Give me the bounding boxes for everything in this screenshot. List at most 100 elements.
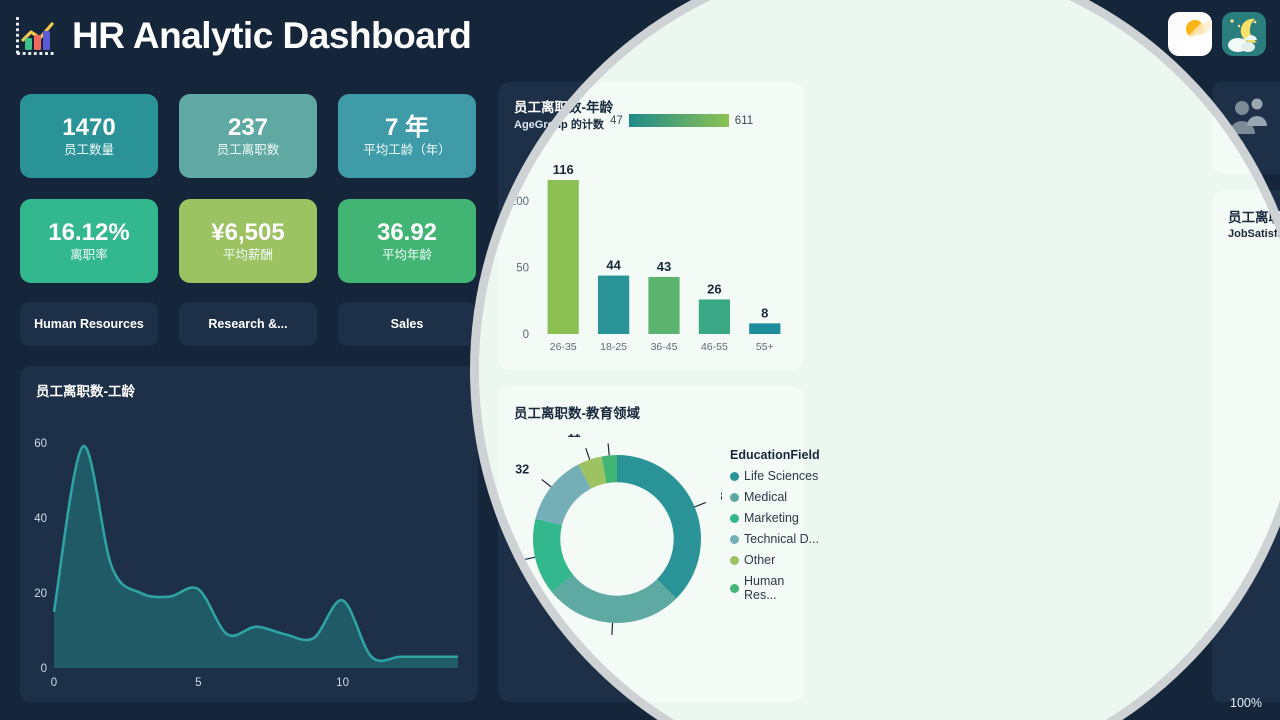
svg-text:10: 10 [336, 677, 349, 689]
svg-text:0: 0 [41, 663, 47, 675]
svg-text:43: 43 [657, 259, 671, 274]
bar-chart-logo-icon [14, 14, 58, 58]
jobrole-category-label: Sales Rep [1220, 396, 1280, 410]
kpi-label: 员工离职数 [216, 142, 280, 157]
department-filter-row: Human Resources Research &... Sales [20, 302, 478, 346]
kpi-card[interactable]: 7 年平均工龄（年） [338, 94, 476, 178]
jobrole-category-list: Laborator Sales Exec Research Sales Rep Huma… [1220, 264, 1280, 664]
age-bar-chart: 0 50 100 116 26-35 44 18-25 43 36-45 26 46-55 8 55+ [510, 162, 781, 353]
kpi-card[interactable]: ¥6,505 平均薪酬 [179, 199, 317, 283]
kpi-card[interactable]: 1470 员工数量 [20, 94, 158, 178]
legend-item[interactable]: Marketing [730, 511, 820, 525]
dashboard-header: HR Analytic Dashboard [14, 14, 472, 58]
jobrole-panel-subtitle: JobSatisfa [1228, 228, 1280, 240]
zoom-level-badge: 100% [1230, 696, 1262, 710]
light-dashboard-layer: HR Analytic Dashboard1470员工数量237员工离职数7 年… [479, 0, 1280, 720]
department-tab[interactable]: Human Resources [20, 302, 158, 346]
age-panel: 员工离职数-年龄 AgeGroup 的计数 47 611 0 50 100 116 26-35 4… [498, 82, 804, 370]
legend-label: Life Sciences [744, 469, 819, 483]
kpi-value: 7 年 [384, 113, 429, 141]
legend-color-dot [730, 534, 739, 544]
age-chart-area: 0 50 100 116 26-35 44 18-25 43 36-45 26 46-55 8 55+ [500, 138, 802, 364]
gradient-max-value: 611 [734, 114, 754, 127]
svg-text:36-45: 36-45 [651, 341, 678, 353]
jobrole-category-label: Sales Exec [1220, 308, 1280, 322]
dashboard-stage: HR Analytic Dashboard 1470 员工数量 237 员工离职数 7 年… [0, 0, 1280, 720]
tenure-panel-title: 员工离职数-工龄 [36, 384, 135, 399]
tenure-panel: 员工离职数-工龄 0 20 40 60 0 5 10 [20, 366, 478, 702]
education-legend: EducationField Life Sciences Medical Market… [730, 448, 820, 602]
legend-item[interactable]: Other [730, 553, 820, 567]
svg-text:44: 44 [606, 258, 621, 273]
svg-text:55+: 55+ [756, 341, 774, 353]
kpi-value: ¥6,505 [211, 218, 285, 246]
kpi-card-grid: 1470员工数量237员工离职数7 年平均工龄（年）16.12%离职率¥6,50… [20, 94, 478, 283]
education-donut-area: 89633532117 [494, 420, 735, 657]
svg-text:116: 116 [553, 162, 574, 177]
legend-color-dot [730, 555, 739, 565]
kpi-card[interactable]: 16.12% 离职率 [20, 199, 158, 283]
tenure-chart-area: 0 20 40 60 0 5 10 [24, 406, 474, 694]
sun-icon[interactable] [1168, 12, 1212, 56]
bar-chart-logo-icon [16, 17, 54, 55]
svg-text:0: 0 [51, 677, 57, 689]
svg-text:5: 5 [195, 677, 201, 689]
jobrole-category-label: Research [1220, 352, 1280, 366]
kpi-label: 平均工龄（年） [363, 142, 451, 157]
svg-text:89: 89 [721, 489, 722, 503]
page-title: HR Analytic Dashboard [72, 15, 472, 56]
legend-color-dot [730, 471, 739, 481]
svg-text:8: 8 [761, 305, 768, 320]
svg-text:40: 40 [34, 513, 47, 525]
jobrole-panel-title: 员工离职 [1228, 210, 1280, 225]
svg-text:26: 26 [707, 281, 721, 296]
education-panel: 员工离职数-教育领域89633532117EducationFieldLife … [494, 386, 820, 702]
kpi-value: 1470 [62, 113, 116, 141]
legend-label: Other [744, 553, 776, 567]
kpi-card[interactable]: 237 员工离职数 [179, 94, 317, 178]
legend-color-dot [730, 492, 739, 502]
legend-item[interactable]: Human Res... [730, 574, 820, 602]
tenure-area-chart: 0 20 40 60 0 5 10 [34, 438, 458, 689]
jobrole-category-label: Healthc [1220, 528, 1280, 542]
kpi-value: 16.12% [48, 218, 130, 246]
kpi-value: 237 [227, 113, 269, 141]
gradient-min-value: 47 [610, 114, 623, 127]
department-tab[interactable]: Research &... [179, 302, 317, 346]
legend-item[interactable]: Technical D... [730, 532, 820, 546]
kpi-label: 平均年龄 [381, 247, 432, 262]
people-icon-card [1212, 82, 1280, 174]
legend-item[interactable]: Life Sciences [730, 469, 820, 483]
jobrole-category-label: Human R [1220, 440, 1280, 454]
kpi-label: 员工数量 [63, 142, 114, 157]
kpi-card[interactable]: 36.92平均年龄 [338, 199, 476, 283]
kpi-label: 平均薪酬 [222, 247, 273, 262]
legend-item[interactable]: Medical [730, 490, 820, 504]
jobrole-category-label: Manufactu [1220, 484, 1280, 498]
svg-text:26-35: 26-35 [550, 341, 577, 353]
age-gradient-legend: 47 611 [610, 114, 753, 127]
theme-toggle-group[interactable] [1168, 12, 1266, 56]
legend-label: Marketing [744, 511, 799, 525]
age-panel-subtitle: AgeGroup 的计数 [514, 119, 604, 131]
kpi-label: 离职率 [70, 247, 108, 262]
jobrole-panel: 员工离职 JobSatisfa Laborator Sales Exec Researc… [1212, 190, 1280, 702]
svg-text:32: 32 [515, 463, 529, 477]
legend-title: EducationField [730, 448, 820, 462]
svg-text:11: 11 [567, 434, 580, 440]
svg-text:20: 20 [34, 588, 47, 600]
svg-text:100: 100 [510, 196, 529, 208]
age-panel-title: 员工离职数-年龄 [514, 100, 613, 115]
jobrole-category-label: Laborator [1220, 264, 1280, 278]
education-donut-chart: 89633532117 [494, 420, 735, 657]
svg-text:50: 50 [516, 263, 529, 275]
svg-text:0: 0 [523, 329, 529, 341]
people-group-icon [1222, 92, 1274, 144]
department-tab[interactable]: Sales [338, 302, 476, 346]
svg-text:60: 60 [34, 438, 47, 450]
legend-label: Medical [744, 490, 788, 504]
magnifier-lens: HR Analytic Dashboard1470员工数量237员工离职数7 年… [470, 0, 1280, 720]
gradient-scale-bar [628, 114, 729, 127]
legend-label: Technical D... [744, 532, 820, 546]
moon-icon[interactable] [1222, 12, 1266, 56]
